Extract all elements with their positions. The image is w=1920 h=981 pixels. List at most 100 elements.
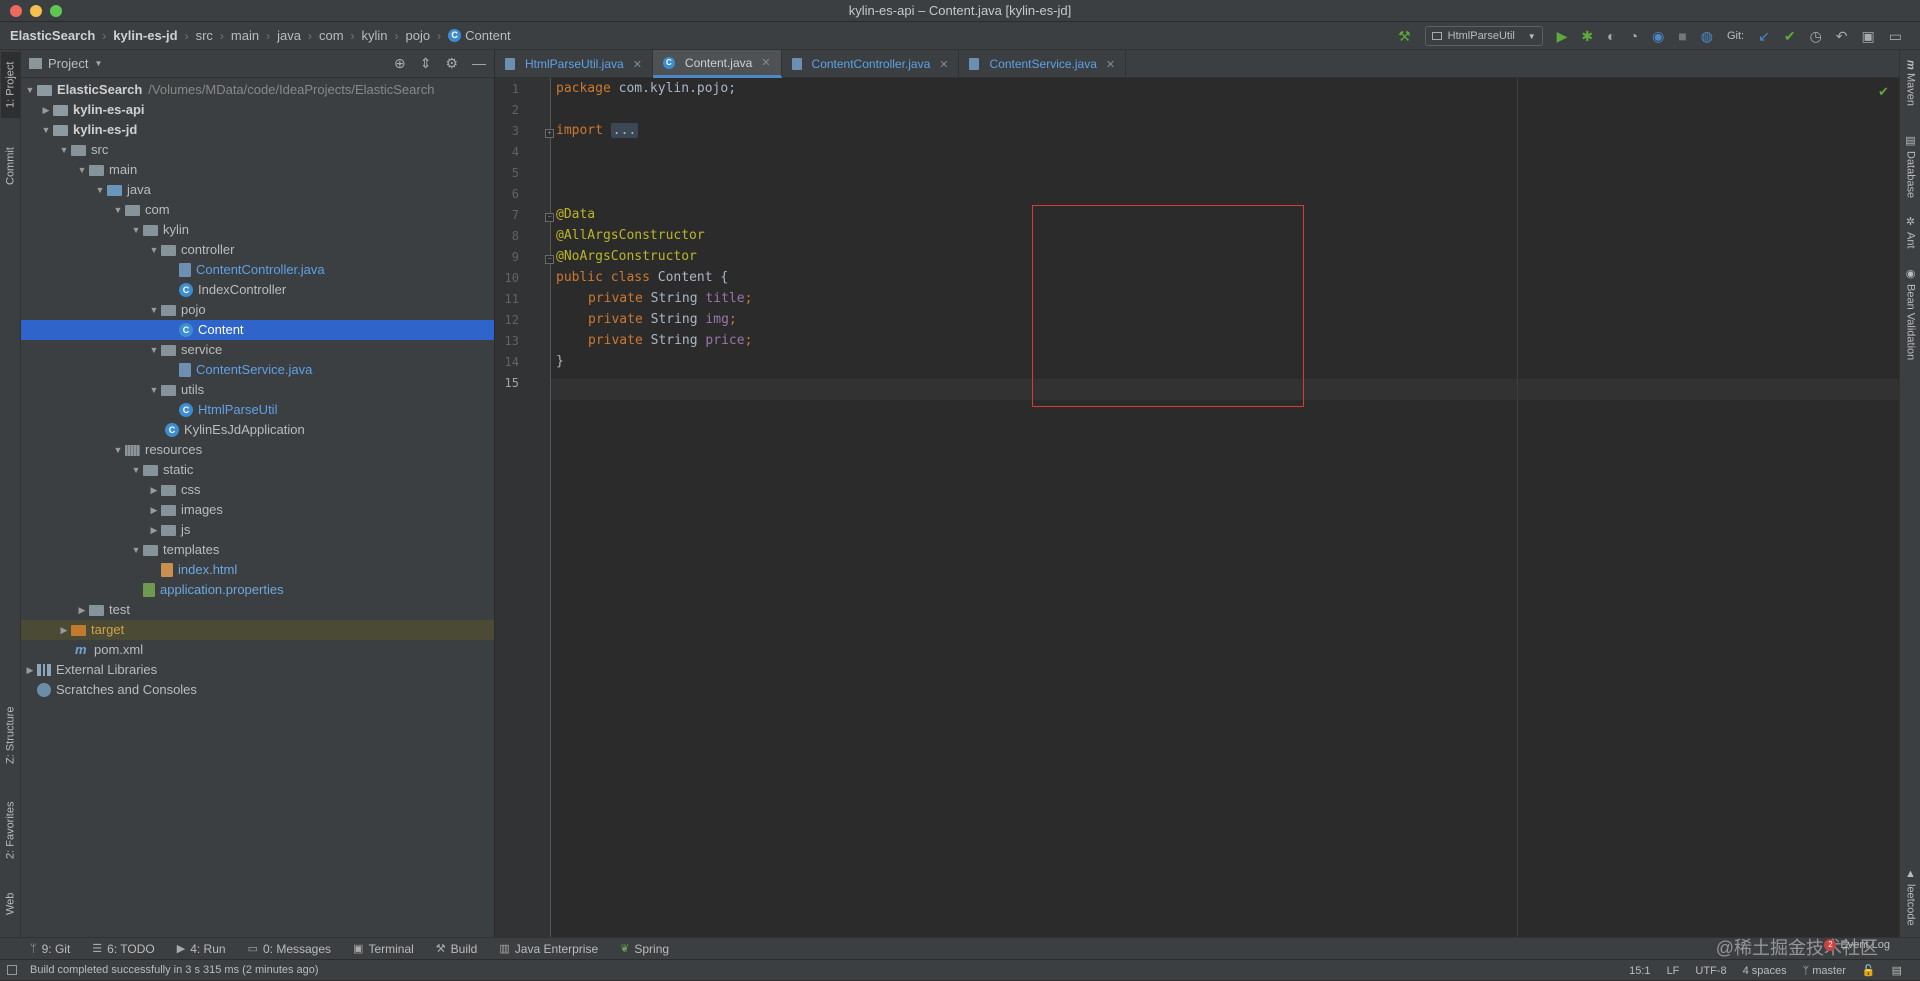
git-rollback-icon[interactable]: ↶ (1836, 29, 1848, 43)
tree-item[interactable]: Scratches and Consoles (21, 680, 494, 700)
tool-tab-project[interactable]: 1: Project (1, 52, 20, 118)
git-history-icon[interactable]: ◷ (1810, 29, 1822, 43)
chevron-down-icon[interactable]: ▼ (93, 180, 107, 200)
fold-expand-icon[interactable]: + (545, 129, 554, 138)
chevron-down-icon[interactable]: ▼ (147, 300, 161, 320)
line-separator[interactable]: LF (1667, 965, 1680, 977)
git-branch[interactable]: ᛘ master (1803, 965, 1846, 977)
debug-icon[interactable]: ✱ (1581, 29, 1593, 43)
tool-button-terminal[interactable]: ▣ Terminal (353, 942, 414, 956)
status-message[interactable]: Build completed successfully in 3 s 315 … (30, 964, 319, 976)
indent-setting[interactable]: 4 spaces (1743, 965, 1787, 977)
chevron-down-icon[interactable]: ▼ (147, 340, 161, 360)
folded-imports[interactable]: ... (610, 123, 639, 138)
tree-item[interactable]: ▼ controller (21, 240, 494, 260)
tool-tab-commit[interactable]: Commit (1, 138, 20, 194)
gear-icon[interactable]: ⚙ (445, 55, 458, 72)
close-icon[interactable]: ✕ (633, 58, 642, 71)
tree-item[interactable]: ▶ target (21, 620, 494, 640)
editor-tab-active[interactable]: C Content.java ✕ (652, 50, 782, 78)
tool-tab-maven[interactable]: m Maven (1901, 54, 1920, 112)
breadcrumb-item[interactable]: kylin (362, 28, 388, 43)
tool-tab-structure[interactable]: Z: Structure (1, 695, 20, 775)
tree-item-selected[interactable]: C Content (21, 320, 494, 340)
tool-tab-database[interactable]: ▤ Database (1901, 130, 1920, 202)
breadcrumb-item[interactable]: pojo (406, 28, 431, 43)
tree-item[interactable]: ▼ pojo (21, 300, 494, 320)
tree-item[interactable]: C IndexController (21, 280, 494, 300)
tool-button-messages[interactable]: ▭ 0: Messages (248, 942, 331, 956)
event-log-button[interactable]: 2 Event Log (1824, 939, 1890, 951)
close-icon[interactable]: ✕ (939, 58, 948, 71)
tool-button-run[interactable]: ▶ 4: Run (177, 942, 226, 956)
tool-button-git[interactable]: ᛘ 9: Git (30, 942, 70, 956)
tree-item[interactable]: application.properties (21, 580, 494, 600)
breadcrumb-item[interactable]: com (319, 28, 344, 43)
run-icon[interactable]: ▶ (1557, 29, 1568, 43)
chevron-right-icon[interactable]: ▶ (147, 520, 161, 540)
tree-item[interactable]: index.html (21, 560, 494, 580)
tree-item[interactable]: ▼ com (21, 200, 494, 220)
tool-tab-leetcode[interactable]: ▲ leetcode (1901, 862, 1920, 932)
tree-item[interactable]: ▶ test (21, 600, 494, 620)
tree-item[interactable]: C HtmlParseUtil (21, 400, 494, 420)
tree-item[interactable]: ▶ kylin-es-api (21, 100, 494, 120)
tool-tab-favorites[interactable]: 2: Favorites (1, 790, 20, 870)
chevron-down-icon[interactable]: ▼ (39, 120, 53, 140)
coverage-icon[interactable]: ◐ (1607, 29, 1615, 43)
build-hammer-icon[interactable]: ⚒ (1398, 29, 1411, 43)
file-encoding[interactable]: UTF-8 (1695, 965, 1726, 977)
tool-tab-ant[interactable]: ✲ Ant (1901, 212, 1920, 252)
chevron-down-icon[interactable]: ▼ (147, 240, 161, 260)
editor-tab[interactable]: ContentService.java ✕ (959, 50, 1127, 78)
chevron-down-icon[interactable]: ▼ (129, 540, 143, 560)
git-commit-icon[interactable]: ✔ (1784, 29, 1796, 43)
tree-item[interactable]: ▶ images (21, 500, 494, 520)
tool-button-todo[interactable]: ☰ 6: TODO (92, 942, 154, 956)
breadcrumb-item[interactable]: Content (465, 28, 511, 43)
presentation-mode-icon[interactable]: ▭ (1889, 29, 1902, 43)
breadcrumb-item[interactable]: java (277, 28, 301, 43)
caret-position[interactable]: 15:1 (1629, 965, 1650, 977)
tree-item[interactable]: C KylinEsJdApplication (21, 420, 494, 440)
tree-item[interactable]: ▼ src (21, 140, 494, 160)
memory-indicator-icon[interactable]: ▤ (1892, 964, 1902, 977)
chevron-down-icon[interactable]: ▼ (129, 460, 143, 480)
run-configuration-select[interactable]: HtmlParseUtil ▼ (1424, 26, 1543, 46)
tree-item[interactable]: ▶ External Libraries (21, 660, 494, 680)
editor-tab[interactable]: ContentController.java ✕ (782, 50, 960, 78)
chevron-right-icon[interactable]: ▶ (23, 660, 37, 680)
chevron-down-icon[interactable]: ▼ (75, 160, 89, 180)
chevron-down-icon[interactable]: ▼ (23, 80, 37, 100)
close-window-button[interactable] (10, 5, 22, 17)
close-icon[interactable]: ✕ (1106, 58, 1115, 71)
chevron-down-icon[interactable]: ▼ (111, 440, 125, 460)
fold-collapse-icon[interactable]: − (545, 255, 554, 264)
collapse-all-icon[interactable]: ⇕ (420, 55, 432, 72)
chevron-right-icon[interactable]: ▶ (57, 620, 71, 640)
tree-item[interactable]: ▼ java (21, 180, 494, 200)
breadcrumb-item[interactable]: ElasticSearch (10, 28, 95, 43)
minimize-window-button[interactable] (30, 5, 42, 17)
tree-item[interactable]: ▼ templates (21, 540, 494, 560)
chevron-right-icon[interactable]: ▶ (147, 480, 161, 500)
tool-windows-toggle-icon[interactable] (7, 965, 17, 975)
profile-icon[interactable]: ◔ (1630, 29, 1638, 43)
chevron-right-icon[interactable]: ▶ (39, 100, 53, 120)
chevron-right-icon[interactable]: ▶ (147, 500, 161, 520)
close-icon[interactable]: ✕ (761, 56, 770, 69)
hide-icon[interactable]: — (472, 55, 486, 72)
tree-item[interactable]: ▼ service (21, 340, 494, 360)
update-icon[interactable]: ◉ (1652, 29, 1664, 43)
tree-item[interactable]: ▶ js (21, 520, 494, 540)
tree-item[interactable]: ▼ kylin (21, 220, 494, 240)
tool-button-spring[interactable]: ❦ Spring (620, 942, 669, 956)
tree-item[interactable]: ▼ static (21, 460, 494, 480)
breadcrumb-item[interactable]: src (196, 28, 213, 43)
locate-icon[interactable]: ⊕ (394, 55, 406, 72)
chevron-down-icon[interactable]: ▼ (57, 140, 71, 160)
tree-item[interactable]: ▼ resources (21, 440, 494, 460)
lock-icon[interactable]: 🔓 (1862, 964, 1876, 977)
chevron-right-icon[interactable]: ▶ (75, 600, 89, 620)
tree-item[interactable]: ▼ utils (21, 380, 494, 400)
